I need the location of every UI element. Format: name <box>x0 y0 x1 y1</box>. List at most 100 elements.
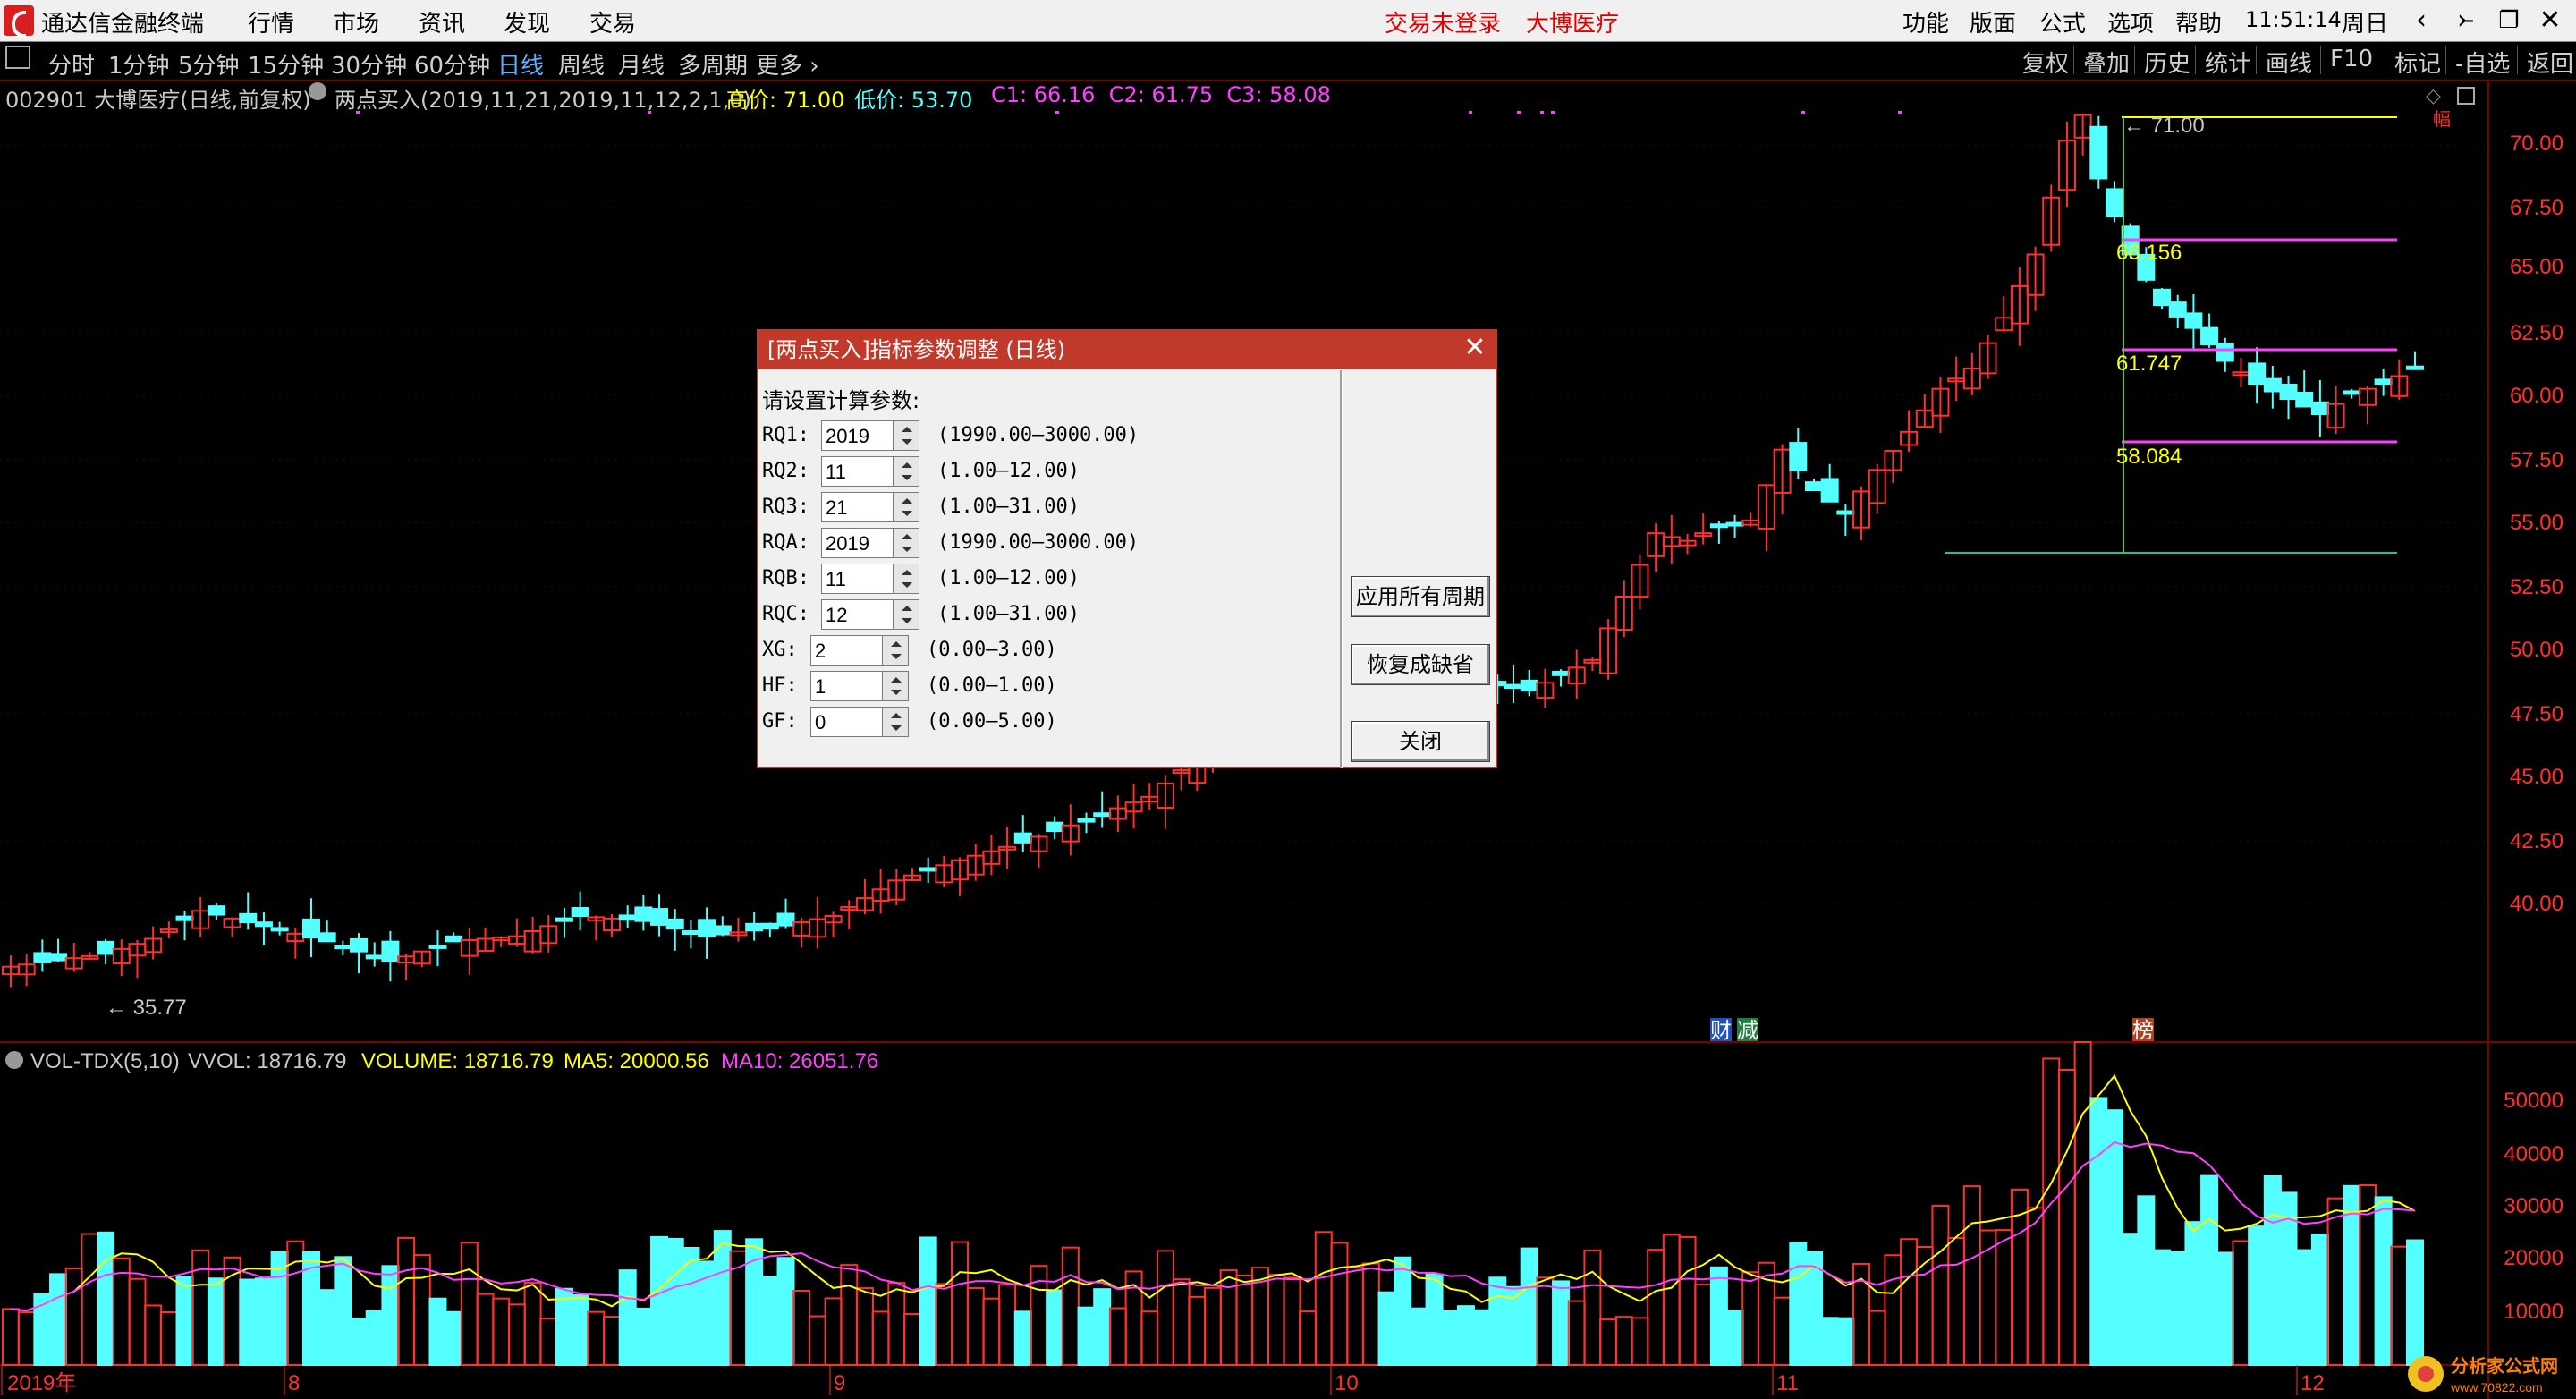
low-price-label: ← 35.77 <box>106 996 187 1020</box>
param-input-rq3[interactable]: 21 <box>821 492 894 522</box>
volume-bar <box>587 1310 606 1366</box>
volume-bar <box>1425 1273 1444 1366</box>
candle-body <box>1093 812 1112 818</box>
param-spin-rqa[interactable] <box>893 528 919 558</box>
dialog-close-icon[interactable]: ✕ <box>1462 335 1488 361</box>
volume-bar <box>318 1289 336 1366</box>
candle-body <box>634 906 653 922</box>
param-spin-rq3[interactable] <box>893 492 919 522</box>
param-spin-rq2[interactable] <box>893 456 919 487</box>
candle-body <box>698 919 716 937</box>
ytick: 52.50 <box>2510 575 2563 599</box>
volume-bar <box>1884 1254 1902 1366</box>
candle-body <box>760 922 779 930</box>
volume-bar <box>2374 1196 2393 1366</box>
param-input-rqb[interactable]: 11 <box>821 564 894 594</box>
candle-body <box>1805 481 1823 491</box>
top-right-label: 幅 <box>2433 109 2451 130</box>
dialog-close-button[interactable]: 关闭 <box>1351 721 1490 762</box>
param-input-hf[interactable]: 1 <box>810 671 884 701</box>
volume-bar <box>1156 1250 1174 1366</box>
candle-body <box>555 917 573 922</box>
volume-bar <box>824 1297 843 1367</box>
volume-bar <box>49 1273 68 1366</box>
volume-bar <box>1346 1267 1365 1366</box>
volume-bar <box>919 1236 937 1366</box>
dialog-prompt: 请设置计算参数: <box>762 388 920 413</box>
volume-bar <box>2057 1069 2076 1366</box>
param-spin-gf[interactable] <box>882 707 909 737</box>
param-spin-rq1[interactable] <box>893 420 919 451</box>
candle-body <box>650 908 669 926</box>
time-xaxis: 2019年 8 9 10 11 12 <box>1 1365 2325 1395</box>
volume-bar <box>1219 1269 1238 1367</box>
volume-bar <box>97 1231 115 1366</box>
param-spin-rqb[interactable] <box>893 564 919 594</box>
marker-jian[interactable]: 减 <box>1737 1019 1758 1043</box>
volume-bar <box>1188 1295 1207 1366</box>
volume-bar <box>1108 1307 1127 1367</box>
candle-body <box>1836 510 1855 515</box>
param-label-rq1: RQ1: <box>762 424 809 446</box>
volume-bar <box>2326 1197 2345 1366</box>
apply-all-periods-button[interactable]: 应用所有周期 <box>1351 576 1490 617</box>
signal-dot <box>1517 111 1521 114</box>
volume-bar <box>460 1242 479 1367</box>
level-lines <box>1945 116 2397 554</box>
candle-body <box>175 915 194 921</box>
candle-body <box>2216 343 2234 362</box>
ma5-value: MA5: 20000.56 <box>564 1049 709 1073</box>
param-spin-rqc[interactable] <box>893 599 919 630</box>
volume-bar <box>1140 1310 1159 1367</box>
marker-cai[interactable]: 财 <box>1710 1019 1732 1043</box>
volume-bar <box>840 1264 859 1366</box>
volume-bar <box>1931 1204 1950 1366</box>
volume-bar <box>1472 1309 1491 1366</box>
volume-bar <box>80 1233 99 1366</box>
volume-bar <box>539 1318 558 1366</box>
volume-bar <box>1614 1316 1633 1366</box>
candle-body <box>2106 188 2123 217</box>
volume-bar <box>1631 1317 1649 1366</box>
param-label-rq3: RQ3: <box>762 496 809 518</box>
param-range-rqa: (1990.00—3000.00) <box>937 531 1140 554</box>
param-input-rqa[interactable]: 2019 <box>821 528 894 558</box>
volume-bar <box>792 1290 811 1367</box>
candle-body <box>1077 818 1096 823</box>
marker-bang[interactable]: 榜 <box>2132 1019 2154 1043</box>
volume-bar <box>634 1307 653 1367</box>
signal-dots <box>356 111 1902 114</box>
signal-dot <box>648 111 651 114</box>
volume-bar <box>2263 1175 2282 1366</box>
restore-default-button[interactable]: 恢复成缺省 <box>1351 644 1490 685</box>
diamond-icon[interactable]: ◇ <box>2426 84 2441 106</box>
volume-bar <box>1694 1284 1713 1366</box>
param-spin-xg[interactable] <box>882 635 909 666</box>
param-input-rq2[interactable]: 11 <box>821 456 894 487</box>
volume-bar <box>935 1283 953 1366</box>
param-spin-hf[interactable] <box>882 671 909 701</box>
price-yaxis: 70.00 67.50 65.00 62.50 60.00 57.50 55.0… <box>2510 131 2563 916</box>
param-input-gf[interactable]: 0 <box>810 707 884 737</box>
candle-body <box>2374 378 2393 386</box>
volume-bar <box>1773 1296 1792 1366</box>
ytick: 60.00 <box>2510 384 2563 408</box>
layout-icon[interactable] <box>2457 87 2475 105</box>
volume-bar <box>1488 1276 1507 1366</box>
ytick: 70.00 <box>2510 131 2563 156</box>
signal-dot <box>1469 111 1472 114</box>
param-input-rqc[interactable]: 12 <box>821 599 894 630</box>
candle-body <box>1709 523 1728 529</box>
volume-bar <box>1046 1289 1064 1366</box>
volume-bar <box>2168 1251 2187 1366</box>
param-range-rqc: (1.00—31.00) <box>937 603 1080 625</box>
volume-bar <box>1377 1291 1396 1366</box>
param-input-rq1[interactable]: 2019 <box>821 420 894 451</box>
watermark: 分析家公式网 www.70822.com <box>2408 1355 2558 1395</box>
candle-body <box>2184 312 2203 329</box>
xlabel-oct: 10 <box>1335 1371 1359 1395</box>
volume-bar <box>1267 1274 1285 1366</box>
param-input-xg[interactable]: 2 <box>810 635 884 666</box>
vol-indicator-dropdown-icon[interactable] <box>5 1051 23 1069</box>
volume-bar <box>365 1310 384 1366</box>
